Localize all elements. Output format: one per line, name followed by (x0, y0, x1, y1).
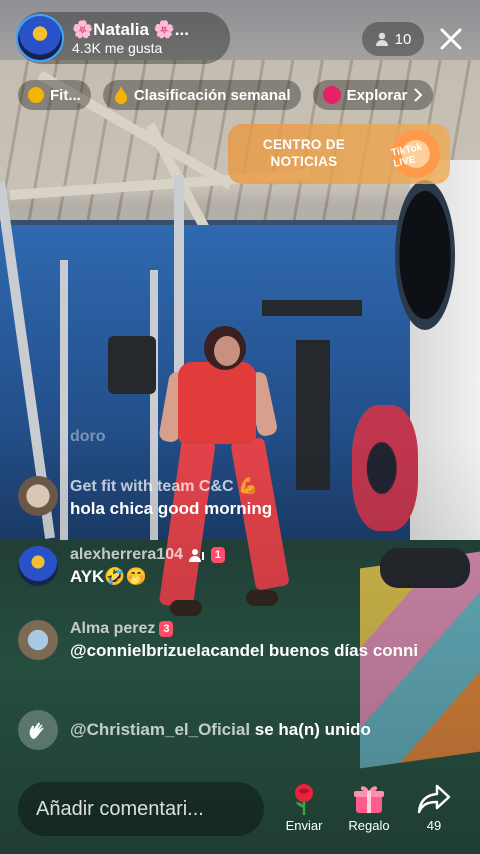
close-icon (440, 28, 462, 50)
chip-explore-label: Explorar (346, 86, 408, 104)
gift-icon (354, 786, 384, 813)
gift-label: Regalo (348, 818, 390, 833)
chip-weekly-ranking[interactable]: Clasificación semanal (102, 80, 301, 110)
send-label: Enviar (285, 818, 323, 833)
gym-machine (262, 300, 362, 316)
host-name: 🌸Natalia 🌸... (72, 20, 189, 40)
comment-placeholder: Añadir comentari... (36, 797, 204, 820)
person (178, 362, 256, 444)
bottom-bar: Añadir comentari... Enviar Regalo 49 (0, 780, 480, 840)
level-badge: 1 (210, 547, 225, 563)
chip-explore[interactable]: Explorar (312, 80, 434, 110)
tiktok-live-icon: TikTok LIVE (387, 125, 445, 183)
category-chips: Fit... Clasificación semanal Explorar (18, 80, 434, 110)
wave-icon (18, 710, 58, 750)
gift-button[interactable]: Regalo (341, 780, 397, 833)
news-center-banner[interactable]: CENTRO DE NOTICIAS TikTok LIVE (228, 124, 450, 184)
chat-message[interactable]: Alma perez 3 @connielbrizuelacandel buen… (18, 620, 430, 664)
host-likes: 4.3K me gusta (72, 39, 163, 56)
chevron-right-icon (414, 88, 423, 102)
level-badge: 3 (159, 621, 174, 637)
send-rose-button[interactable]: Enviar (276, 780, 332, 833)
person-icon (375, 32, 388, 46)
fan-club-icon (188, 549, 204, 562)
explore-dot-icon (322, 86, 341, 104)
host-avatar[interactable] (16, 14, 64, 62)
close-button[interactable] (436, 22, 466, 56)
join-text: se ha(n) unido (254, 720, 371, 740)
share-count: 49 (426, 818, 442, 833)
chat-message[interactable]: Get fit with team C&C 💪 hola chica good … (18, 476, 272, 522)
avatar[interactable] (18, 620, 58, 660)
chat-text: AYK🤣🤭 (70, 567, 147, 586)
coin-icon (28, 87, 44, 103)
viewer-count-value: 10 (394, 30, 412, 48)
squat-rack (174, 175, 184, 375)
chat-username: alexherrera104 (70, 546, 183, 563)
ring-light (395, 180, 455, 330)
chat-user-row: alexherrera104 1 (70, 546, 225, 564)
person (214, 336, 240, 366)
join-notice: @Christiam_el_Oficial se ha(n) unido (18, 710, 371, 750)
flame-icon (114, 86, 127, 104)
chip-fitness-label: Fit... (50, 86, 81, 104)
news-center-label: CENTRO DE NOTICIAS (262, 137, 346, 169)
chip-fitness[interactable]: Fit... (18, 80, 91, 110)
chat-username: Get fit with team C&C 💪 (70, 478, 258, 495)
chat-message[interactable]: doro (18, 428, 106, 446)
bench (108, 336, 156, 394)
chat-message[interactable]: alexherrera104 1 AYK🤣🤭 (18, 546, 225, 590)
chip-weekly-ranking-label: Clasificación semanal (133, 86, 291, 104)
share-button[interactable]: 49 (406, 780, 462, 833)
rose-icon (295, 784, 313, 815)
share-icon (417, 784, 451, 814)
chat-username: doro (70, 428, 106, 445)
avatar[interactable] (18, 546, 58, 586)
join-username[interactable]: @Christiam_el_Oficial (70, 720, 250, 739)
wave-hand-glyph (29, 722, 44, 739)
chat-text: @connielbrizuelacandel buenos días conni (70, 641, 419, 660)
avatar[interactable] (18, 476, 58, 516)
viewer-count[interactable]: 10 (362, 22, 424, 56)
chat-text: hola chica good morning (70, 499, 273, 518)
chat-user-row: Alma perez 3 (70, 620, 430, 638)
host-info[interactable]: 🌸Natalia 🌸... 4.3K me gusta (16, 12, 230, 64)
chat-username: Alma perez (70, 620, 156, 637)
comment-input[interactable]: Añadir comentari... (18, 782, 264, 836)
